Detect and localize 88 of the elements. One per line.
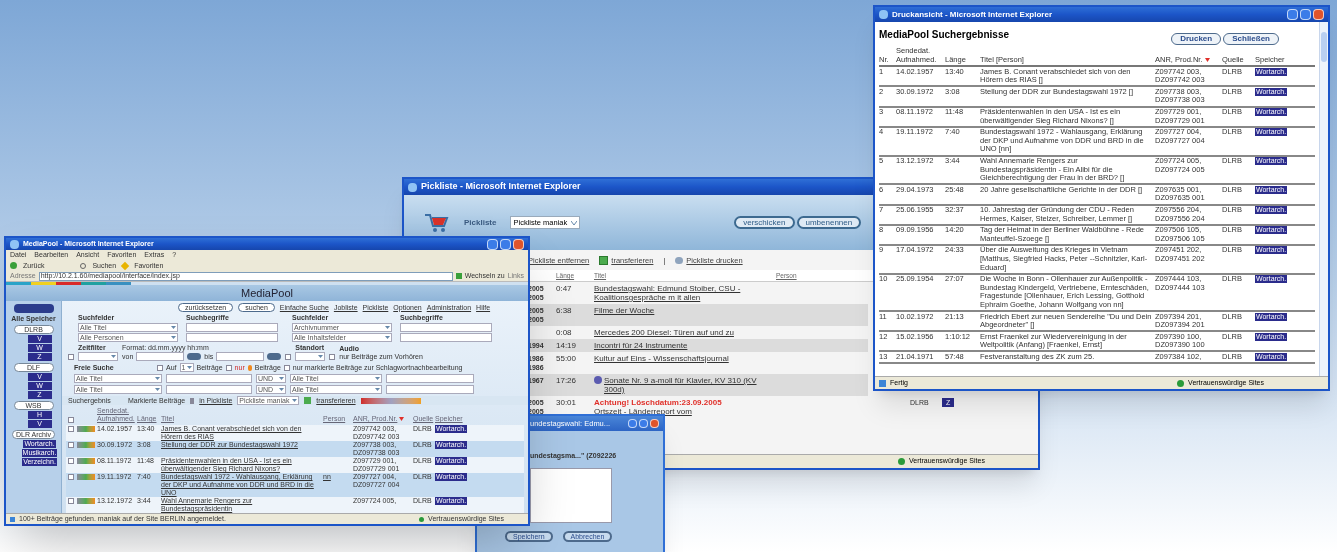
title-link[interactable]: Ortszeit - Länderreport vom — [594, 407, 692, 416]
trusted-zone-icon — [1177, 379, 1185, 387]
marker-icons-drawing — [360, 397, 421, 404]
action-button[interactable]: verschicken — [734, 216, 795, 229]
checkbox[interactable] — [68, 442, 74, 448]
close-icon[interactable] — [1313, 9, 1324, 20]
dropdown-caret-icon — [385, 326, 390, 329]
picklist-label: Pickliste — [464, 216, 497, 229]
warning-text: Achtung! Löschdatum:23.09.2005 — [594, 398, 723, 407]
dropdown-caret-icon — [186, 366, 192, 369]
title-link[interactable]: Filme der Woche — [594, 306, 655, 315]
dropdown-caret-icon — [171, 326, 176, 329]
dropdown-field[interactable] — [295, 352, 326, 361]
maximize-icon[interactable] — [1300, 9, 1311, 20]
trusted-zone-icon — [898, 458, 905, 465]
comment-textarea[interactable] — [530, 467, 612, 523]
window-title: Pickliste - Microsoft Internet Explorer — [421, 180, 581, 194]
title-link[interactable]: Bundestagswahl: Edmund Stoiber, CSU - Koalitionsgespräche m it allen — [594, 284, 774, 302]
dropdown-caret-icon — [279, 377, 284, 380]
close-icon[interactable] — [650, 419, 659, 428]
row-action-icons-drawing — [77, 474, 95, 480]
input-field[interactable] — [400, 323, 492, 332]
dropdown-caret-icon — [318, 355, 324, 358]
table-cell-text: 14:19 — [556, 341, 578, 350]
input-field[interactable] — [386, 374, 474, 383]
checkbox[interactable] — [283, 364, 290, 371]
table-cell-text: 30:01 — [556, 398, 578, 409]
table-cell-text: 0:08 — [556, 328, 573, 337]
input-field[interactable] — [216, 352, 265, 361]
sort-arrow-icon — [399, 417, 405, 422]
checkbox[interactable] — [157, 364, 163, 371]
dropdown-caret-icon — [279, 388, 284, 391]
app-title: MediaPool — [241, 289, 293, 297]
row-action-icons-drawing — [77, 498, 95, 504]
input-field[interactable] — [166, 374, 252, 383]
toolbar-button[interactable]: Drucken — [1171, 33, 1222, 45]
title-link[interactable]: Incontri für 24 Instrumente — [594, 341, 688, 350]
maximize-icon[interactable] — [500, 238, 511, 250]
title-link[interactable]: Kultur auf Eins - Wissenschaftsjournal — [594, 354, 729, 363]
dropdown-field[interactable] — [78, 352, 118, 361]
dropdown-caret-icon — [571, 220, 578, 225]
dropdown-caret-icon — [155, 377, 160, 380]
input-field[interactable] — [386, 385, 474, 394]
toolbar-button[interactable]: Schließen — [1223, 33, 1279, 45]
scrollbar[interactable] — [1319, 22, 1328, 376]
page-heading: MediaPool Suchergebnisse — [879, 30, 1010, 40]
table-cell-text: 55:00 — [556, 354, 578, 365]
table-cell-text: 17:26 — [556, 376, 578, 387]
row-action-icons-drawing — [77, 426, 95, 432]
sort-arrow-icon — [1204, 57, 1210, 62]
minimize-icon[interactable] — [628, 419, 637, 428]
dropdown-caret-icon — [375, 377, 380, 380]
checkbox[interactable] — [68, 498, 74, 504]
minimize-icon[interactable] — [1287, 9, 1298, 20]
input-field[interactable] — [136, 352, 185, 361]
maximize-icon[interactable] — [639, 419, 648, 428]
row-action-icons-drawing — [77, 458, 95, 464]
checkbox[interactable] — [68, 354, 74, 360]
dropdown-caret-icon — [111, 355, 116, 358]
dropdown-caret-icon — [385, 336, 390, 339]
dropdown-caret-icon — [375, 388, 380, 391]
title-link[interactable]: Sonate Nr. 9 a-moll für Klavier, KV 310 (KV 300d) — [604, 376, 774, 394]
dropdown-caret-icon — [155, 388, 160, 391]
action-button[interactable]: umbenennen — [796, 216, 862, 229]
page-icon — [10, 516, 15, 522]
table-cell-text: 6:38 — [556, 306, 573, 317]
minimize-icon[interactable] — [487, 238, 498, 250]
checkbox[interactable] — [68, 458, 74, 464]
title-link[interactable]: Mercedes 200 Diesel: Türen auf und zu — [594, 328, 734, 337]
shopping-cart-icon — [424, 212, 450, 233]
checkbox[interactable] — [329, 354, 336, 360]
input-field[interactable] — [400, 333, 492, 342]
input-field[interactable] — [186, 333, 278, 342]
dropdown-caret-icon — [171, 336, 176, 339]
checkbox[interactable] — [68, 474, 74, 480]
dropdown-caret-icon — [292, 399, 298, 402]
checkbox[interactable] — [68, 426, 74, 432]
input-field[interactable] — [166, 385, 252, 394]
window-title: Druckansicht - Microsoft Internet Explorer — [892, 8, 1053, 21]
checkbox[interactable] — [285, 354, 292, 360]
input-field[interactable] — [186, 323, 278, 332]
table-cell-text: 0:47 — [556, 284, 573, 295]
page-icon — [879, 379, 886, 387]
trusted-zone-icon — [419, 516, 425, 522]
close-icon[interactable] — [513, 238, 524, 250]
row-action-icons-drawing — [77, 442, 95, 448]
checkbox[interactable] — [68, 417, 74, 423]
checkbox[interactable] — [225, 364, 232, 371]
